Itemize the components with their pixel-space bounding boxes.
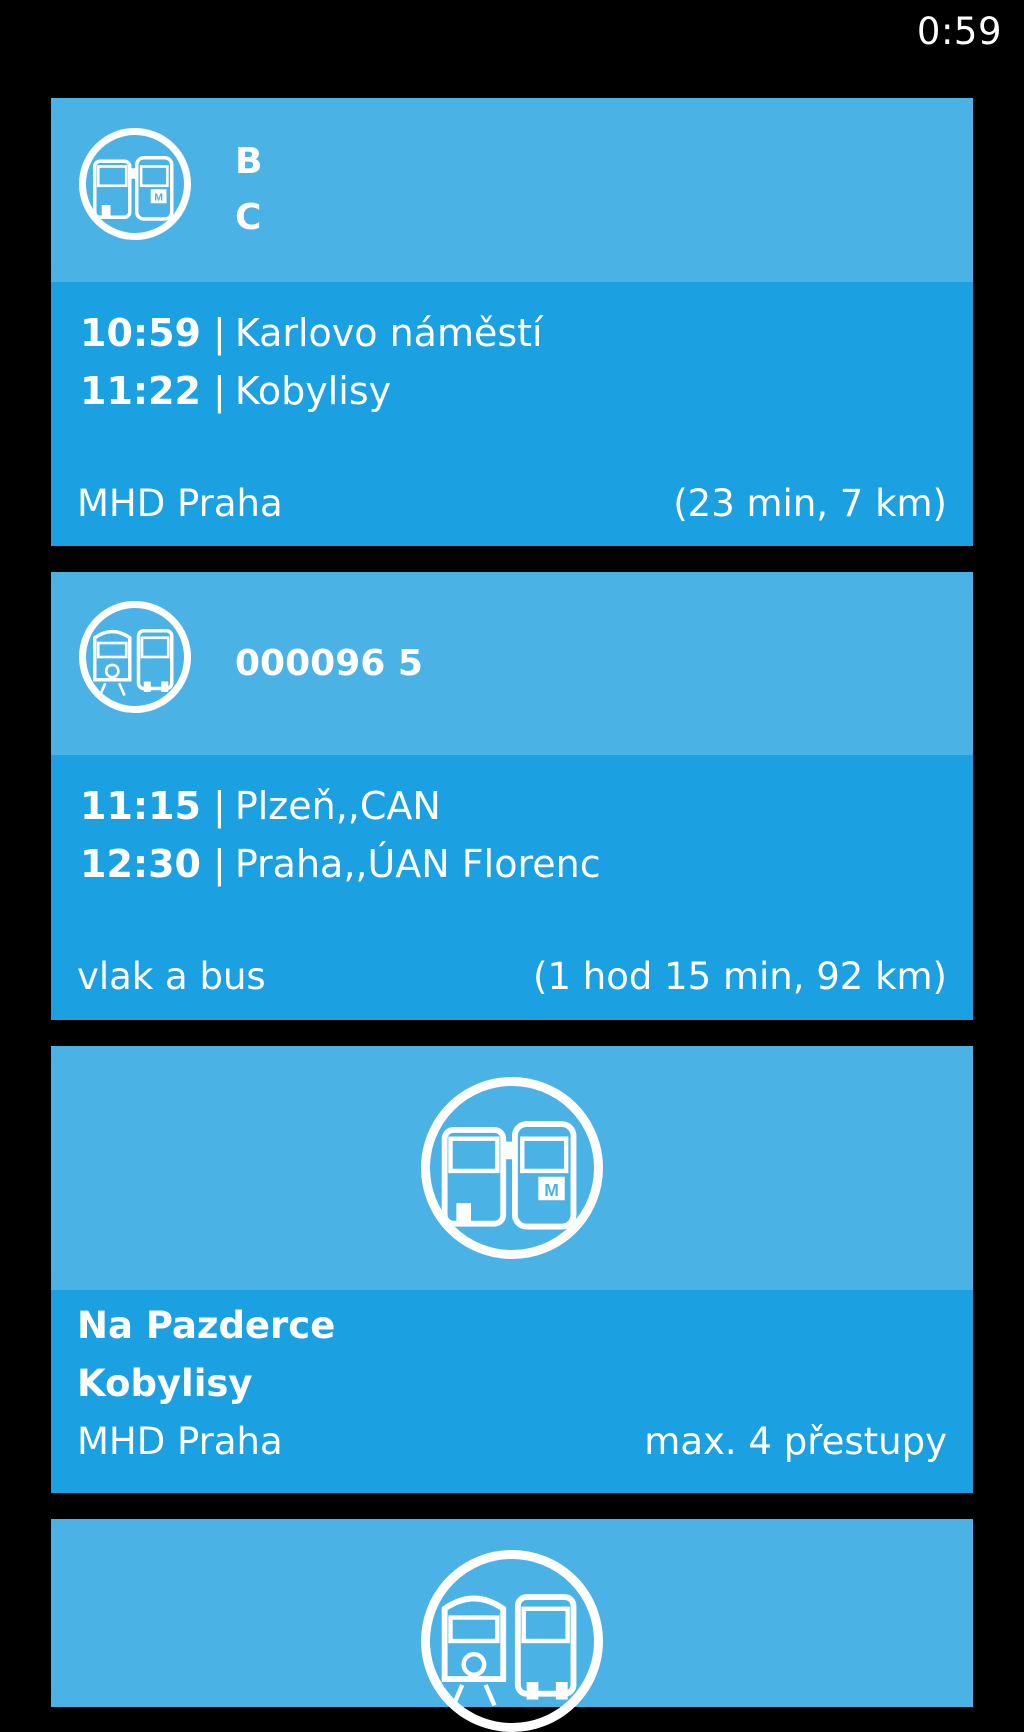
departure-row: 10:59 | Karlovo náměstí: [51, 304, 543, 362]
departure-time: 11:15: [80, 784, 201, 828]
arrival-stop: Praha,,ÚAN Florenc: [234, 842, 601, 886]
departure-row: 11:15 | Plzeň,,CAN: [51, 777, 441, 835]
search-tile[interactable]: M Na Pazderce Kobylisy MHD Praha max. 4 …: [51, 1046, 973, 1493]
connection-card-details: 11:15 | Plzeň,,CAN 12:30 | Praha,,ÚAN Fl…: [51, 755, 973, 1020]
search-tile-header: M: [51, 1046, 973, 1290]
arrival-stop: Kobylisy: [234, 369, 392, 413]
line-name: C: [235, 197, 262, 238]
connection-card[interactable]: M B C 10:59 | Karlovo náměstí 11:22 | Ko…: [51, 98, 973, 546]
status-bar: 0:59: [0, 0, 1024, 66]
train-bus-icon: [79, 601, 191, 713]
separator: |: [213, 369, 226, 413]
separator: |: [213, 784, 226, 828]
svg-text:M: M: [154, 192, 163, 204]
arrival-time: 12:30: [80, 842, 201, 886]
search-tile-details: Na Pazderce Kobylisy MHD Praha max. 4 př…: [51, 1290, 973, 1493]
line-name: 000096 5: [235, 643, 423, 684]
separator: |: [213, 311, 226, 355]
clock-time: 0:59: [916, 10, 1002, 53]
arrival-row: 11:22 | Kobylisy: [51, 362, 391, 420]
separator: |: [213, 842, 226, 886]
connection-card-header: M B C: [51, 98, 973, 282]
duration-distance: (23 min, 7 km): [673, 482, 947, 525]
arrival-time: 11:22: [80, 369, 201, 413]
duration-distance: (1 hod 15 min, 92 km): [533, 955, 947, 998]
bus-metro-icon: M: [421, 1077, 603, 1259]
train-bus-icon: [421, 1550, 603, 1732]
search-tile[interactable]: [51, 1519, 973, 1732]
from-stop: Na Pazderce: [77, 1304, 336, 1347]
svg-text:M: M: [544, 1180, 559, 1200]
line-name: B: [235, 141, 263, 182]
departure-time: 10:59: [80, 311, 201, 355]
departure-stop: Karlovo náměstí: [234, 311, 543, 355]
connection-card-header: 000096 5: [51, 572, 973, 755]
provider-label: vlak a bus: [77, 955, 266, 998]
transfer-limit: max. 4 přestupy: [644, 1420, 947, 1463]
bus-metro-icon: M: [79, 128, 191, 240]
departure-stop: Plzeň,,CAN: [234, 784, 441, 828]
provider-label: MHD Praha: [77, 482, 283, 525]
to-stop: Kobylisy: [77, 1362, 253, 1405]
connection-card[interactable]: 000096 5 11:15 | Plzeň,,CAN 12:30 | Prah…: [51, 572, 973, 1020]
arrival-row: 12:30 | Praha,,ÚAN Florenc: [51, 835, 601, 893]
search-tile-header: [51, 1519, 973, 1732]
connection-card-details: 10:59 | Karlovo náměstí 11:22 | Kobylisy…: [51, 282, 973, 546]
provider-label: MHD Praha: [77, 1420, 283, 1463]
